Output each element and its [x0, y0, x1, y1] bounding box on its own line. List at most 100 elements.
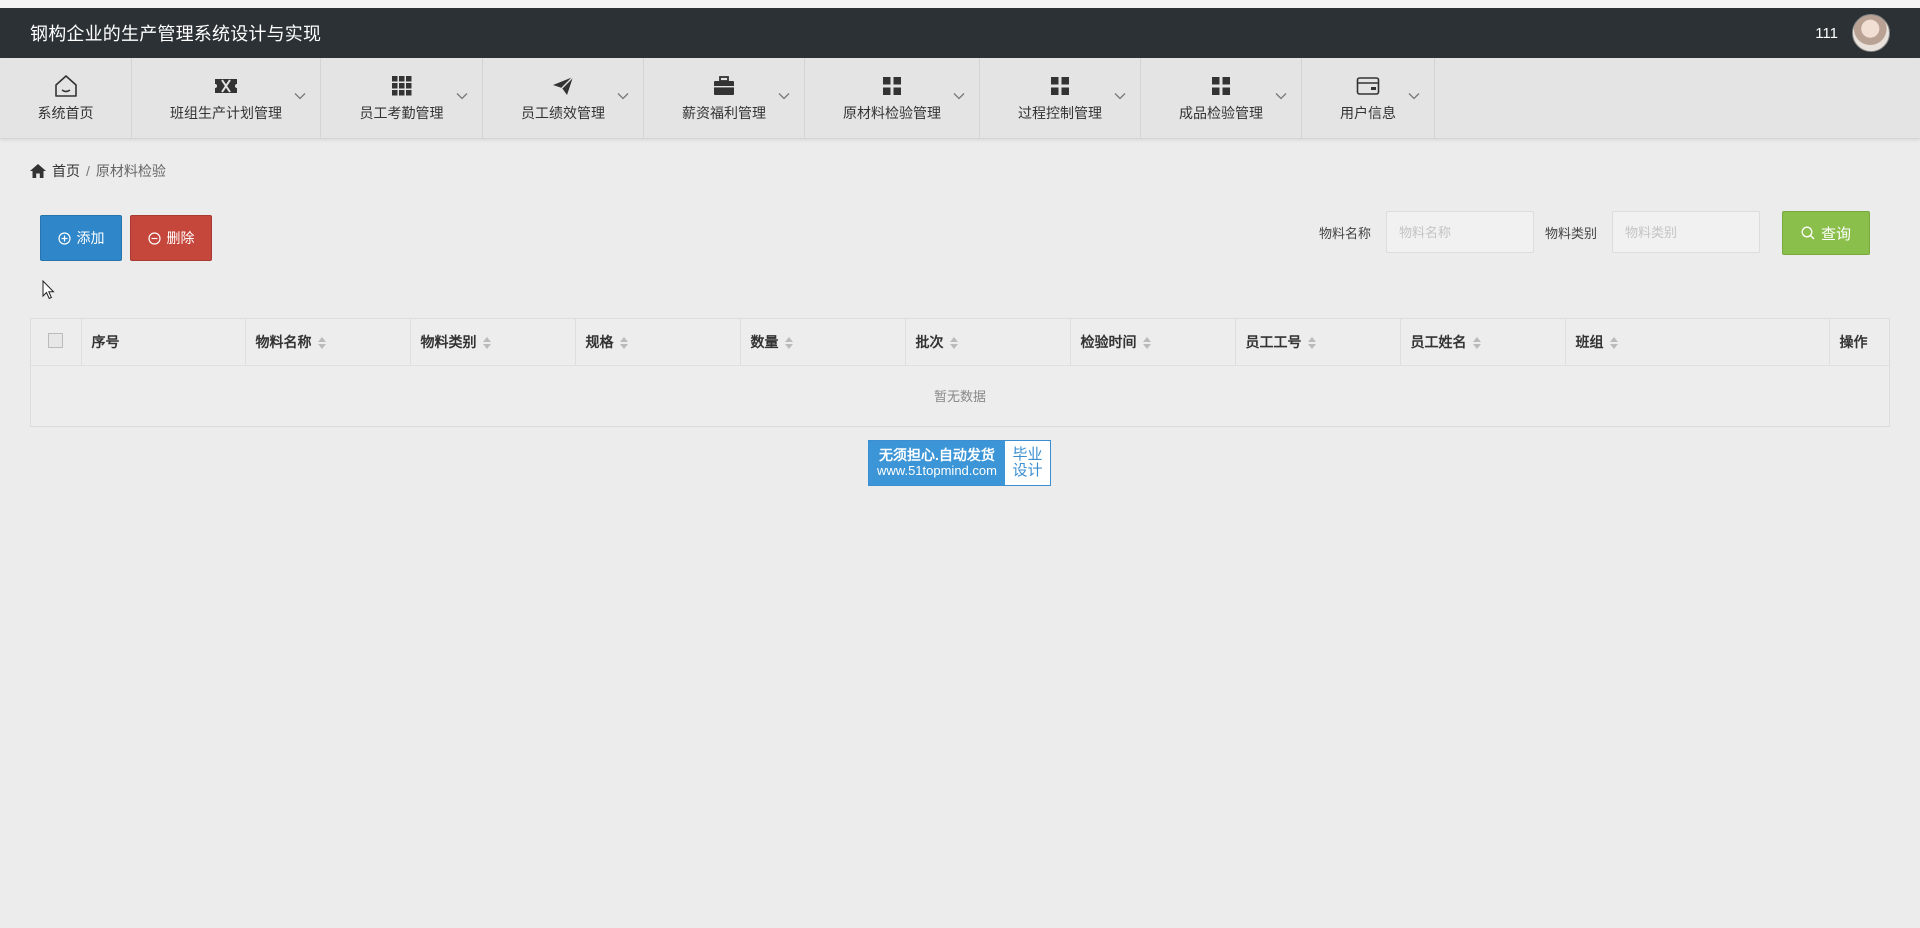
watermark-badge: 无须担心.自动发货 www.51topmind.com 毕业 设计	[868, 440, 1051, 486]
nav-item-0[interactable]: 系统首页	[0, 58, 132, 138]
nav-item-label: 原材料检验管理	[843, 105, 941, 121]
nav-item-label: 员工绩效管理	[521, 105, 605, 121]
column-header-label: 规格	[585, 333, 614, 350]
watermark-right-line2: 设计	[1012, 462, 1043, 479]
sort-icon[interactable]	[1609, 337, 1618, 350]
breadcrumb-home[interactable]: 首页	[52, 161, 80, 181]
nav-item-label: 用户信息	[1340, 105, 1396, 121]
watermark-line2: www.51topmind.com	[877, 462, 997, 478]
chevron-down-icon	[456, 93, 468, 100]
nav-item-1[interactable]: 班组生产计划管理	[132, 58, 321, 138]
search-button-label: 查询	[1820, 225, 1851, 243]
nav-item-label: 班组生产计划管理	[170, 105, 282, 121]
sort-icon[interactable]	[1307, 337, 1316, 350]
sort-icon[interactable]	[317, 337, 326, 350]
chevron-down-icon	[1114, 93, 1126, 100]
briefcase-icon	[713, 73, 735, 99]
nav-item-5[interactable]: 原材料检验管理	[805, 58, 980, 138]
column-header-label: 检验时间	[1080, 333, 1137, 350]
data-table: 序号 物料名称 物料类别 规格 数量 批次 检验时间 员工工号 员工姓名 班组 操作 暂无数据	[30, 318, 1890, 427]
select-all-cell	[31, 319, 82, 366]
delete-button[interactable]: 删除	[130, 215, 212, 261]
watermark-left: 无须担心.自动发货 www.51topmind.com	[869, 441, 1005, 485]
material-name-label: 物料名称	[1319, 226, 1372, 241]
watermark-right-line1: 毕业	[1012, 445, 1043, 463]
column-header-label: 序号	[91, 333, 120, 350]
nav-item-8[interactable]: 用户信息	[1302, 58, 1435, 138]
column-header-4[interactable]: 数量	[740, 319, 906, 366]
material-category-label: 物料类别	[1545, 226, 1598, 241]
column-header-8[interactable]: 员工姓名	[1400, 319, 1566, 366]
column-header-2[interactable]: 物料类别	[410, 319, 576, 366]
column-header-label: 数量	[750, 333, 779, 350]
sort-icon[interactable]	[1142, 337, 1151, 350]
column-header-label: 班组	[1575, 333, 1604, 350]
column-header-label: 员工工号	[1245, 333, 1302, 350]
sort-icon[interactable]	[949, 337, 958, 350]
home-icon	[53, 73, 79, 99]
nav-item-label: 员工考勤管理	[359, 105, 444, 121]
column-header-label: 物料类别	[420, 333, 477, 350]
column-header-0: 序号	[81, 319, 246, 366]
dashboard-icon	[1211, 73, 1231, 99]
grid-icon	[391, 73, 412, 99]
column-header-label: 物料名称	[255, 333, 312, 350]
chevron-down-icon	[953, 93, 965, 100]
mouse-cursor-icon	[42, 280, 55, 300]
column-header-7[interactable]: 员工工号	[1235, 319, 1401, 366]
add-button[interactable]: 添加	[40, 215, 122, 261]
empty-text: 暂无数据	[933, 389, 986, 404]
material-category-input[interactable]	[1612, 211, 1760, 253]
username[interactable]: 111	[1815, 25, 1838, 42]
nav-item-3[interactable]: 员工绩效管理	[483, 58, 644, 138]
chevron-down-icon	[1408, 93, 1420, 100]
column-header-label: 操作	[1839, 333, 1868, 350]
card-icon	[1356, 73, 1380, 99]
nav-item-6[interactable]: 过程控制管理	[980, 58, 1141, 138]
empty-row: 暂无数据	[31, 365, 1889, 426]
user-area[interactable]: 111	[1815, 14, 1890, 52]
watermark-line1: 无须担心.自动发货	[879, 447, 995, 464]
delete-button-label: 删除	[166, 230, 195, 246]
column-header-6[interactable]: 检验时间	[1070, 319, 1236, 366]
nav-item-label: 成品检验管理	[1179, 105, 1263, 121]
dashboard-icon	[882, 73, 902, 99]
breadcrumb-separator: /	[86, 163, 90, 179]
column-header-label: 员工姓名	[1410, 333, 1467, 350]
table-header-row: 序号 物料名称 物料类别 规格 数量 批次 检验时间 员工工号 员工姓名 班组 操作	[31, 319, 1889, 366]
breadcrumb-current: 原材料检验	[95, 163, 166, 179]
dashboard-icon	[1050, 73, 1070, 99]
chevron-down-icon	[778, 93, 790, 100]
column-header-5[interactable]: 批次	[905, 319, 1071, 366]
paper-plane-icon	[552, 73, 574, 99]
column-header-9[interactable]: 班组	[1565, 319, 1830, 366]
chevron-down-icon	[1275, 93, 1287, 100]
minus-circle-icon	[147, 231, 161, 245]
home-icon[interactable]	[30, 164, 46, 178]
app-title: 钢构企业的生产管理系统设计与实现	[30, 24, 322, 44]
column-header-1[interactable]: 物料名称	[245, 319, 411, 366]
avatar[interactable]	[1852, 14, 1890, 52]
column-header-3[interactable]: 规格	[575, 319, 741, 366]
sort-icon[interactable]	[482, 337, 491, 350]
main-nav: 系统首页 班组生产计划管理 员工考勤管理 员工绩效管理 薪资福利管理 原材料检验管理 过程控…	[0, 58, 1920, 139]
ticket-icon	[213, 73, 239, 99]
sort-icon[interactable]	[619, 337, 628, 350]
plus-circle-icon	[57, 231, 71, 245]
search-button[interactable]: 查询	[1782, 211, 1870, 255]
nav-item-4[interactable]: 薪资福利管理	[644, 58, 805, 138]
nav-item-2[interactable]: 员工考勤管理	[321, 58, 483, 138]
app-header: 钢构企业的生产管理系统设计与实现 111	[0, 8, 1920, 58]
chevron-down-icon	[294, 93, 306, 100]
nav-item-7[interactable]: 成品检验管理	[1141, 58, 1302, 138]
nav-item-label: 系统首页	[37, 105, 94, 121]
material-name-input[interactable]	[1386, 211, 1534, 253]
sort-icon[interactable]	[1472, 337, 1481, 350]
toolbar: 添加 删除 物料名称 物料类别 查询	[0, 211, 1920, 285]
nav-item-label: 薪资福利管理	[682, 105, 766, 121]
select-all-checkbox[interactable]	[48, 332, 64, 348]
add-button-label: 添加	[76, 230, 105, 246]
column-header-label: 批次	[915, 333, 944, 350]
sort-icon[interactable]	[784, 337, 793, 350]
search-icon	[1801, 226, 1815, 240]
